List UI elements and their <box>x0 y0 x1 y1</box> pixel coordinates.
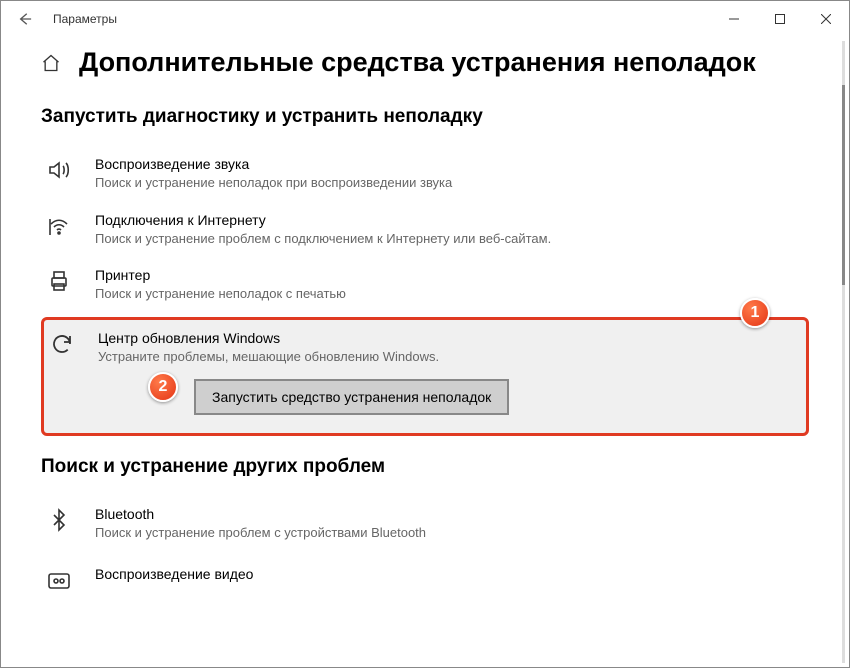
item-title: Принтер <box>95 267 801 283</box>
section1-title: Запустить диагностику и устранить непола… <box>41 106 809 128</box>
item-title: Bluetooth <box>95 506 801 522</box>
home-icon[interactable] <box>41 53 61 73</box>
troubleshooter-audio[interactable]: Воспроизведение звука Поиск и устранение… <box>41 146 809 202</box>
maximize-button[interactable] <box>757 3 803 35</box>
item-title: Подключения к Интернету <box>95 212 801 228</box>
troubleshooter-windows-update[interactable]: Центр обновления Windows Устраните пробл… <box>44 326 798 372</box>
wifi-icon <box>41 212 77 238</box>
window-title: Параметры <box>53 12 117 26</box>
titlebar: Параметры <box>1 1 849 37</box>
item-title: Воспроизведение видео <box>95 566 801 582</box>
item-desc: Поиск и устранение неполадок с печатью <box>95 285 801 303</box>
scrollbar[interactable] <box>842 41 845 663</box>
minimize-button[interactable] <box>711 3 757 35</box>
run-troubleshooter-button[interactable]: Запустить средство устранения неполадок <box>194 379 509 415</box>
troubleshooter-video[interactable]: Воспроизведение видео <box>41 556 809 602</box>
window-controls <box>711 3 849 35</box>
item-desc: Поиск и устранение неполадок при воспрои… <box>95 174 801 192</box>
annotation-2: 2 <box>148 372 178 402</box>
item-title: Воспроизведение звука <box>95 156 801 172</box>
update-icon <box>44 330 80 356</box>
highlight-box: 1 2 Центр обновления Windows Устраните п… <box>41 317 809 437</box>
item-desc: Поиск и устранение проблем с устройствам… <box>95 524 801 542</box>
bluetooth-icon <box>41 506 77 532</box>
item-desc: Устраните проблемы, мешающие обновлению … <box>98 348 790 366</box>
page-title: Дополнительные средства устранения непол… <box>79 47 756 78</box>
scrollbar-thumb[interactable] <box>842 85 845 285</box>
speaker-icon <box>41 156 77 182</box>
annotation-1: 1 <box>740 298 770 328</box>
video-icon <box>41 566 77 592</box>
page-header: Дополнительные средства устранения непол… <box>41 47 809 78</box>
printer-icon <box>41 267 77 293</box>
troubleshooter-printer[interactable]: Принтер Поиск и устранение неполадок с п… <box>41 257 809 313</box>
back-button[interactable] <box>13 7 37 31</box>
section2-title: Поиск и устранение других проблем <box>41 456 809 478</box>
item-title: Центр обновления Windows <box>98 330 790 346</box>
troubleshooter-internet[interactable]: Подключения к Интернету Поиск и устранен… <box>41 202 809 258</box>
content-area: Дополнительные средства устранения непол… <box>1 37 849 667</box>
item-desc: Поиск и устранение проблем с подключение… <box>95 230 801 248</box>
close-button[interactable] <box>803 3 849 35</box>
troubleshooter-bluetooth[interactable]: Bluetooth Поиск и устранение проблем с у… <box>41 496 809 552</box>
